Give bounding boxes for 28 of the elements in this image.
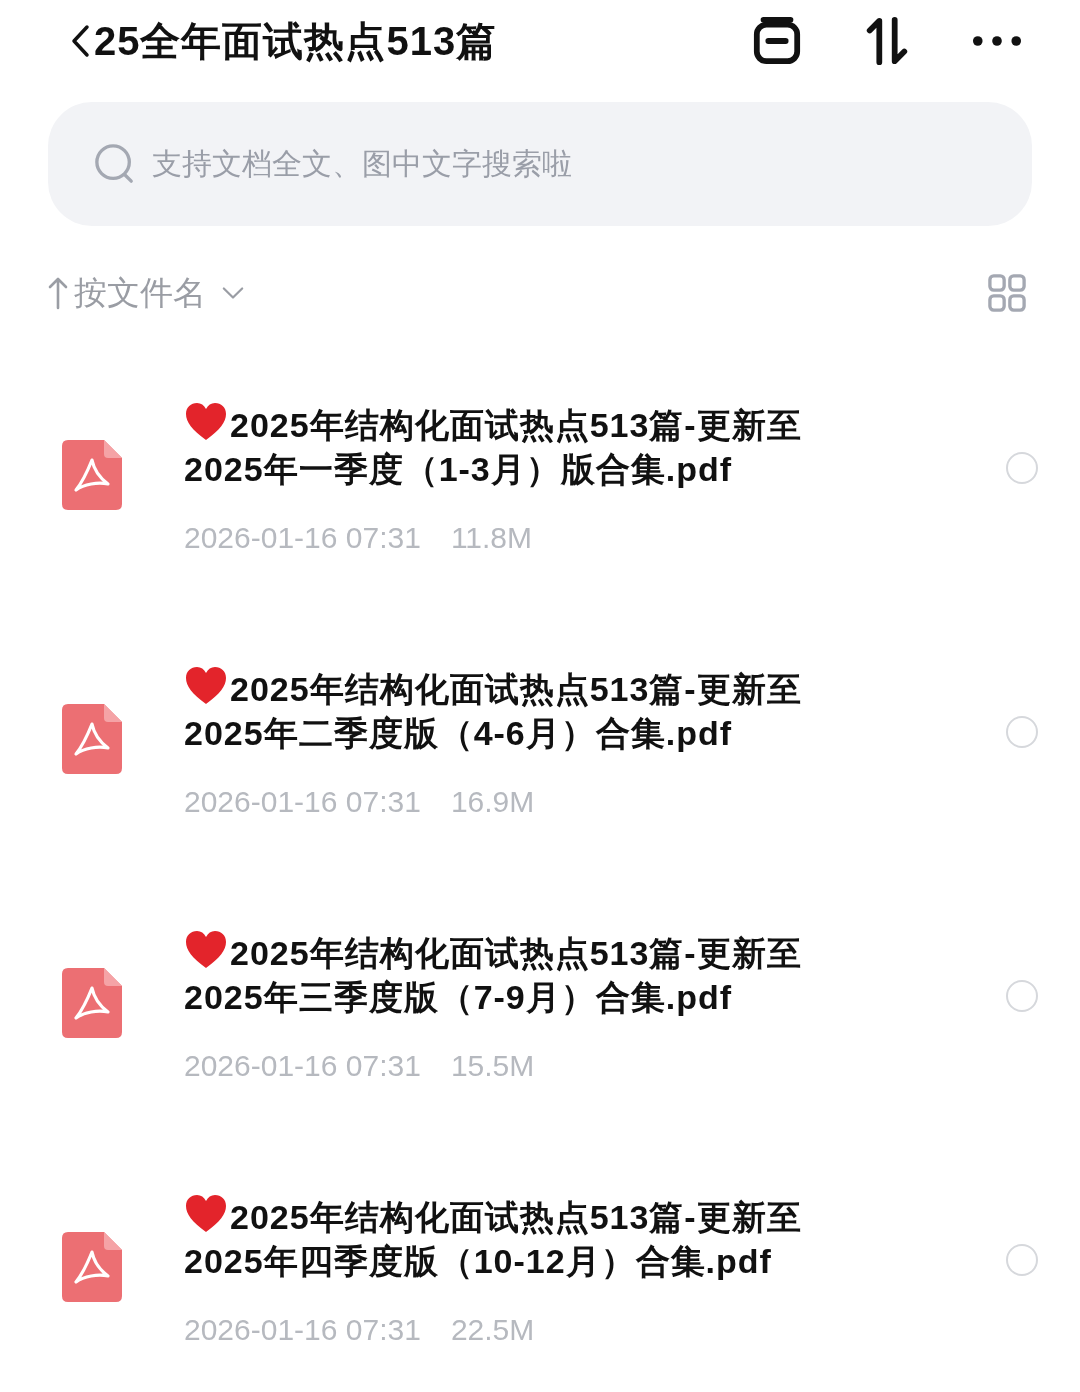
file-name[interactable]: 2025年结构化面试热点513篇-更新至2025年三季度版（7-9月）合集.pdf [184,930,874,1019]
file-name[interactable]: 2025年结构化面试热点513篇-更新至2025年一季度（1-3月）版合集.pdf [184,402,874,491]
file-date: 2026-01-16 07:31 [184,1049,421,1083]
file-date: 2026-01-16 07:31 [184,1313,421,1347]
file-name[interactable]: 2025年结构化面试热点513篇-更新至2025年四季度版（10-12月）合集.pdf [184,1194,874,1283]
select-radio[interactable] [1006,716,1038,748]
file-date: 2026-01-16 07:31 [184,785,421,819]
select-radio[interactable] [1006,1244,1038,1276]
pdf-file-icon [62,1232,122,1302]
search-field[interactable]: 支持文档全文、图中文字搜索啦 [48,102,1032,226]
grid-view-icon[interactable] [988,274,1026,312]
chevron-down-icon [222,286,244,300]
pdf-file-icon [62,704,122,774]
file-size: 22.5M [450,1313,535,1347]
file-date: 2026-01-16 07:31 [184,521,421,555]
pdf-file-icon [62,968,122,1038]
select-radio[interactable] [1006,980,1038,1012]
pdf-file-icon [62,440,122,510]
page-title: 25全年面试热点513篇 [94,17,498,65]
select-radio[interactable] [1006,452,1038,484]
archive-icon[interactable] [752,16,802,66]
file-size: 15.5M [450,1049,535,1083]
back-icon[interactable] [70,24,90,58]
file-size: 16.9M [450,785,535,819]
file-size: 11.8M [450,521,533,555]
file-name[interactable]: 2025年结构化面试热点513篇-更新至2025年二季度版（4-6月）合集.pdf [184,666,874,755]
more-icon[interactable] [972,35,1022,47]
arrow-up-icon [48,276,68,310]
